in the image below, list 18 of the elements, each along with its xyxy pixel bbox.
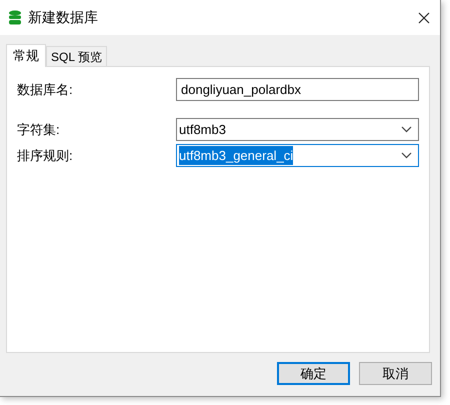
close-icon[interactable] [418, 12, 430, 24]
field-label: 排序规则: [17, 146, 73, 165]
select-field[interactable]: utf8mb3_general_ci [176, 144, 419, 167]
field-value: utf8mb3_general_ci [179, 146, 294, 166]
chevron-down-icon [401, 126, 412, 133]
window-title: 新建数据库 [28, 8, 98, 27]
tab[interactable]: SQL 预览 [46, 46, 107, 66]
tab[interactable]: 常规 [6, 44, 46, 67]
field-label: 字符集: [17, 120, 60, 139]
field-value: dongliyuan_polardbx [181, 80, 301, 99]
dialog-button[interactable]: 取消 [359, 362, 432, 385]
field-label: 数据库名: [17, 80, 73, 99]
chevron-down-icon [401, 152, 412, 159]
input-field[interactable]: dongliyuan_polardbx [176, 78, 419, 101]
dialog-button[interactable]: 确定 [277, 362, 350, 385]
select-field[interactable]: utf8mb3 [176, 118, 419, 141]
database-icon [8, 10, 22, 26]
field-value: utf8mb3 [179, 120, 226, 139]
